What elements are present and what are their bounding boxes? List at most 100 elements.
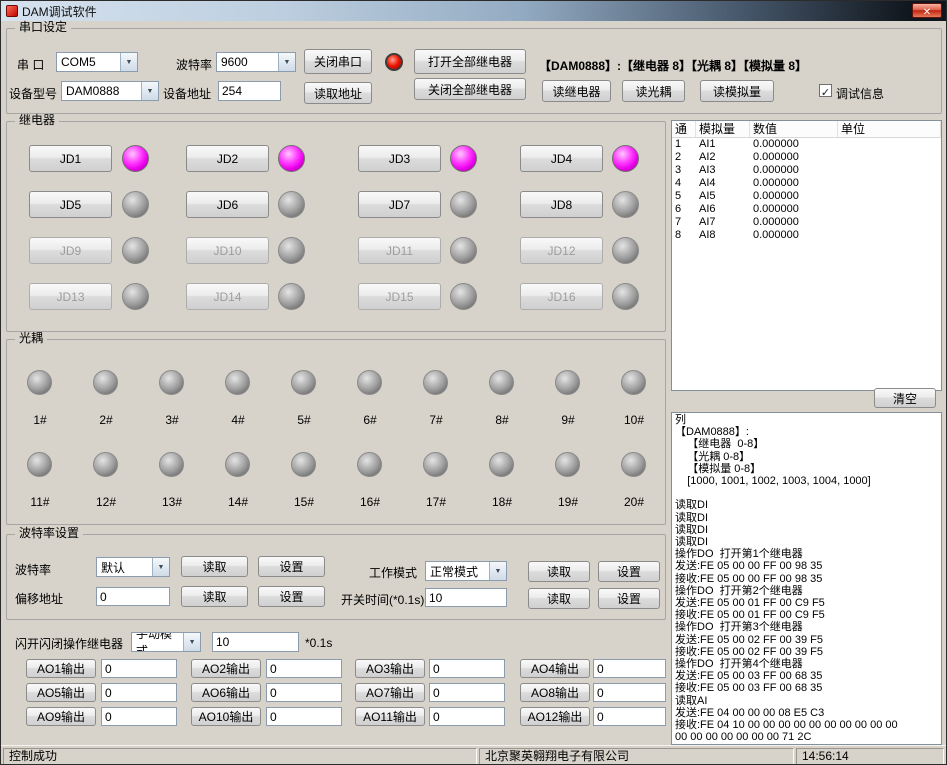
relay-button-jd8[interactable]: JD8 bbox=[520, 191, 603, 218]
ao9-value-input[interactable] bbox=[101, 707, 177, 726]
ao2-value-input[interactable] bbox=[266, 659, 342, 678]
offset-address-input[interactable] bbox=[96, 587, 170, 606]
ao4-output-button[interactable]: AO4输出 bbox=[520, 659, 590, 678]
switch-time-input[interactable] bbox=[425, 588, 507, 607]
ao8-value-input[interactable] bbox=[593, 683, 666, 702]
offset-set-button[interactable]: 设置 bbox=[258, 586, 325, 607]
work-mode-read-button[interactable]: 读取 bbox=[528, 561, 590, 582]
relay-button-jd4[interactable]: JD4 bbox=[520, 145, 603, 172]
table-row-ai8: 8 AI8 0.000000 bbox=[672, 229, 941, 242]
relay-button-jd1[interactable]: JD1 bbox=[29, 145, 112, 172]
baud-rate-select[interactable]: 9600 bbox=[216, 52, 296, 72]
read-address-button[interactable]: 读取地址 bbox=[304, 82, 372, 104]
relay-button-jd13[interactable]: JD13 bbox=[29, 283, 112, 310]
flash-mode-select[interactable]: 手动模式 bbox=[131, 632, 201, 652]
log-line: 操作DO 打开第3个继电器 bbox=[675, 621, 938, 633]
cell-channel: 1 bbox=[672, 138, 696, 151]
baud-read-button[interactable]: 读取 bbox=[181, 556, 248, 577]
baud-default-select[interactable]: 默认 bbox=[96, 557, 170, 577]
flash-time-input[interactable] bbox=[212, 632, 299, 652]
ao4-value-input[interactable] bbox=[593, 659, 666, 678]
ao3-value-input[interactable] bbox=[429, 659, 505, 678]
baud-label: 波特率 bbox=[15, 561, 51, 578]
work-mode-select[interactable]: 正常模式 bbox=[425, 561, 507, 581]
debug-info-checkbox[interactable] bbox=[819, 84, 832, 97]
cell-unit bbox=[838, 151, 941, 164]
ao10-output-button[interactable]: AO10输出 bbox=[191, 707, 261, 726]
header-channel[interactable]: 通 bbox=[672, 121, 696, 137]
relay-button-jd12[interactable]: JD12 bbox=[520, 237, 603, 264]
relay-button-jd15[interactable]: JD15 bbox=[358, 283, 441, 310]
ao2-output-button[interactable]: AO2输出 bbox=[191, 659, 261, 678]
chevron-down-icon[interactable] bbox=[141, 82, 158, 100]
relay-button-jd7[interactable]: JD7 bbox=[358, 191, 441, 218]
opto-label-16: 16# bbox=[349, 495, 391, 509]
read-opto-button[interactable]: 读光耦 bbox=[622, 80, 685, 102]
relay-indicator-jd8 bbox=[612, 191, 639, 218]
header-unit[interactable]: 单位 bbox=[838, 121, 941, 137]
title-bar: DAM调试软件 bbox=[1, 1, 947, 21]
log-line: 00 00 00 00 00 00 00 71 2C bbox=[675, 731, 938, 743]
log-line: 【继电器 0-8】 bbox=[675, 438, 938, 450]
close-icon[interactable] bbox=[912, 3, 942, 18]
cell-name: AI8 bbox=[696, 229, 750, 242]
relay-button-jd3[interactable]: JD3 bbox=[358, 145, 441, 172]
chevron-down-icon[interactable] bbox=[278, 53, 295, 71]
read-analog-button[interactable]: 读模拟量 bbox=[700, 80, 774, 102]
relay-button-jd14[interactable]: JD14 bbox=[186, 283, 269, 310]
cell-name: AI1 bbox=[696, 138, 750, 151]
ao9-output-button[interactable]: AO9输出 bbox=[26, 707, 96, 726]
relay-button-jd16[interactable]: JD16 bbox=[520, 283, 603, 310]
log-line: 发送:FE 05 00 01 FF 00 C9 F5 bbox=[675, 597, 938, 609]
ao6-value-input[interactable] bbox=[266, 683, 342, 702]
close-port-button[interactable]: 关闭串口 bbox=[304, 49, 372, 74]
device-model-select[interactable]: DAM0888 bbox=[61, 81, 159, 101]
ao11-output-button[interactable]: AO11输出 bbox=[355, 707, 425, 726]
read-relay-button[interactable]: 读继电器 bbox=[542, 80, 611, 102]
ao3-output-button[interactable]: AO3输出 bbox=[355, 659, 425, 678]
close-all-relays-button[interactable]: 关闭全部继电器 bbox=[414, 78, 526, 100]
ao7-output-button[interactable]: AO7输出 bbox=[355, 683, 425, 702]
ao12-output-button[interactable]: AO12输出 bbox=[520, 707, 590, 726]
ao8-output-button[interactable]: AO8输出 bbox=[520, 683, 590, 702]
relay-button-jd5[interactable]: JD5 bbox=[29, 191, 112, 218]
relay-button-jd6[interactable]: JD6 bbox=[186, 191, 269, 218]
relay-button-jd10[interactable]: JD10 bbox=[186, 237, 269, 264]
opto-label-8: 8# bbox=[481, 413, 523, 427]
opto-indicator-13 bbox=[159, 452, 184, 477]
table-row-ai4: 4 AI4 0.000000 bbox=[672, 177, 941, 190]
relay-button-jd9[interactable]: JD9 bbox=[29, 237, 112, 264]
ao11-value-input[interactable] bbox=[429, 707, 505, 726]
chevron-down-icon[interactable] bbox=[489, 562, 506, 580]
switch-time-read-button[interactable]: 读取 bbox=[528, 588, 590, 609]
opto-indicator-9 bbox=[555, 370, 580, 395]
log-line: 接收:FE 05 00 03 FF 00 68 35 bbox=[675, 682, 938, 694]
log-panel[interactable]: 列 【DAM0888】: 【继电器 0-8】 【光耦 0-8】 【模拟量 0-8… bbox=[671, 412, 942, 745]
relay-button-jd2[interactable]: JD2 bbox=[186, 145, 269, 172]
header-value[interactable]: 数值 bbox=[750, 121, 838, 137]
relay-button-jd11[interactable]: JD11 bbox=[358, 237, 441, 264]
relay-indicator-jd9 bbox=[122, 237, 149, 264]
work-mode-set-button[interactable]: 设置 bbox=[598, 561, 660, 582]
open-all-relays-button[interactable]: 打开全部继电器 bbox=[414, 49, 526, 74]
ao5-value-input[interactable] bbox=[101, 683, 177, 702]
chevron-down-icon[interactable] bbox=[183, 633, 200, 651]
ao10-value-input[interactable] bbox=[266, 707, 342, 726]
cell-channel: 4 bbox=[672, 177, 696, 190]
header-name[interactable]: 模拟量 bbox=[696, 121, 750, 137]
ao7-value-input[interactable] bbox=[429, 683, 505, 702]
baud-set-button[interactable]: 设置 bbox=[258, 556, 325, 577]
ao1-output-button[interactable]: AO1输出 bbox=[26, 659, 96, 678]
device-address-input[interactable] bbox=[218, 81, 281, 101]
ao12-value-input[interactable] bbox=[593, 707, 666, 726]
serial-port-select[interactable]: COM5 bbox=[56, 52, 138, 72]
opto-indicator-20 bbox=[621, 452, 646, 477]
ao5-output-button[interactable]: AO5输出 bbox=[26, 683, 96, 702]
ao1-value-input[interactable] bbox=[101, 659, 177, 678]
offset-read-button[interactable]: 读取 bbox=[181, 586, 248, 607]
switch-time-set-button[interactable]: 设置 bbox=[598, 588, 660, 609]
chevron-down-icon[interactable] bbox=[152, 558, 169, 576]
chevron-down-icon[interactable] bbox=[120, 53, 137, 71]
clear-button[interactable]: 清空 bbox=[874, 388, 936, 408]
ao6-output-button[interactable]: AO6输出 bbox=[191, 683, 261, 702]
